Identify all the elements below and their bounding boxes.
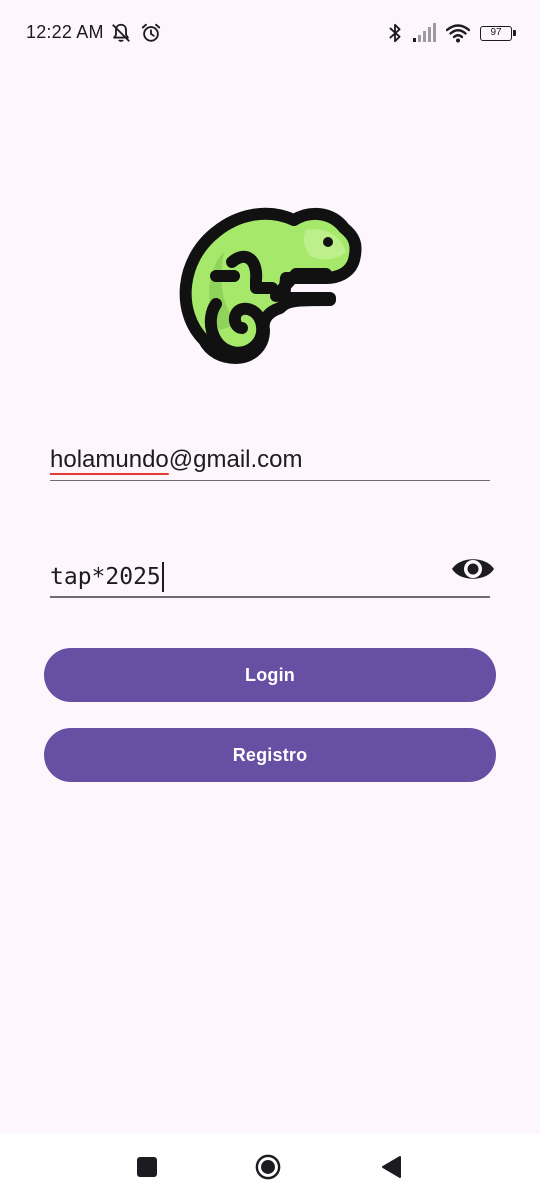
eye-icon[interactable] xyxy=(450,552,496,586)
login-button[interactable]: Login xyxy=(44,648,496,702)
register-button[interactable]: Registro xyxy=(44,728,496,782)
bluetooth-icon xyxy=(389,23,401,43)
battery-icon: 97 xyxy=(480,25,516,41)
muted-notifications-icon xyxy=(112,23,130,42)
status-left-icons xyxy=(110,21,162,45)
status-bar: 12:22 AM 97 xyxy=(0,0,540,66)
email-domain-part: @gmail.com xyxy=(168,446,303,473)
navigation-bar xyxy=(0,1134,540,1200)
password-field[interactable]: tap*2025 xyxy=(50,552,494,598)
back-button[interactable] xyxy=(378,1154,404,1180)
status-right-icons: 97 xyxy=(388,21,516,45)
email-value: holamundo@gmail.com xyxy=(50,446,303,474)
wifi-icon xyxy=(446,24,470,43)
alarm-icon xyxy=(141,23,161,42)
recents-button[interactable] xyxy=(134,1154,160,1180)
text-caret xyxy=(161,562,164,592)
password-text: tap*2025 xyxy=(50,564,161,590)
recents-icon xyxy=(137,1157,157,1177)
signal-icon xyxy=(413,23,436,42)
home-button[interactable] xyxy=(255,1154,281,1180)
email-local-part: holamundo xyxy=(50,446,169,473)
battery-level: 97 xyxy=(490,27,502,38)
back-icon xyxy=(382,1156,401,1178)
email-field[interactable]: holamundo@gmail.com xyxy=(50,440,490,481)
home-icon xyxy=(255,1154,281,1180)
status-time: 12:22 AM xyxy=(26,22,104,42)
password-value: tap*2025 xyxy=(50,562,164,592)
chameleon-logo-icon xyxy=(179,207,362,364)
